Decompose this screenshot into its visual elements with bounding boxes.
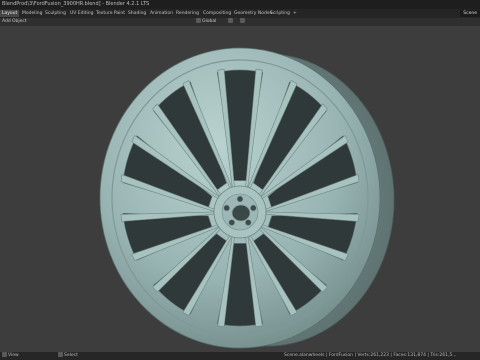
scene-name: Scene (460, 10, 480, 17)
status-select: Select (58, 352, 78, 360)
lug-hole (223, 204, 230, 212)
object-menu[interactable]: Object (12, 18, 27, 26)
viewport-header: Add Object Global (0, 18, 480, 26)
add-workspace-button[interactable]: + (293, 10, 297, 17)
title-bar: BlendProd\3\FordFusion_3900HR.blend] - B… (0, 0, 480, 9)
lug-hole (250, 204, 257, 212)
tab-animation[interactable]: Animation (150, 10, 173, 17)
tab-geometry-nodes[interactable]: Geometry Nodes (234, 10, 272, 17)
scene-selector[interactable]: Scene (460, 10, 480, 17)
orientation-icon (196, 18, 201, 23)
window-title: BlendProd\3\FordFusion_3900HR.blend] - B… (2, 1, 150, 7)
mouse-icon (2, 352, 7, 357)
tab-modeling[interactable]: Modeling (22, 10, 42, 17)
lug-hole (236, 195, 244, 203)
tab-sculpting[interactable]: Sculpting (45, 10, 66, 17)
add-menu[interactable]: Add (2, 18, 11, 26)
tab-uv-editing[interactable]: UV Editing (70, 10, 93, 17)
mouse-icon (58, 352, 63, 357)
snap-toggle[interactable] (228, 18, 234, 26)
transform-orientation-label: Global (202, 19, 217, 24)
wheel-render (99, 47, 395, 349)
proportional-edit-icon (240, 18, 245, 23)
tab-layout[interactable]: Layout (0, 10, 20, 17)
proportional-edit-toggle[interactable] (240, 18, 246, 26)
tab-rendering[interactable]: Rendering (176, 10, 199, 17)
lug-hole (244, 219, 252, 226)
3d-viewport[interactable] (0, 26, 480, 352)
scene-statistics: Scene.alanwheels | FordFusion | Verts:26… (284, 353, 457, 358)
status-view: View (2, 352, 19, 360)
status-view-label: View (8, 353, 19, 358)
tab-compositing[interactable]: Compositing (203, 10, 231, 17)
tab-shading[interactable]: Shading (128, 10, 146, 17)
tab-texture-paint[interactable]: Texture Paint (96, 10, 125, 17)
status-select-label: Select (64, 353, 78, 358)
tab-scripting[interactable]: Scripting (270, 10, 290, 17)
workspace-tabs-bar: Layout Modeling Sculpting UV Editing Tex… (0, 9, 480, 18)
status-bar: View Select Scene.alanwheels | FordFusio… (0, 352, 480, 360)
magnet-icon (228, 18, 233, 23)
center-bore (231, 204, 251, 222)
transform-orientation-dropdown[interactable]: Global (196, 18, 216, 26)
lug-hole (228, 219, 236, 226)
